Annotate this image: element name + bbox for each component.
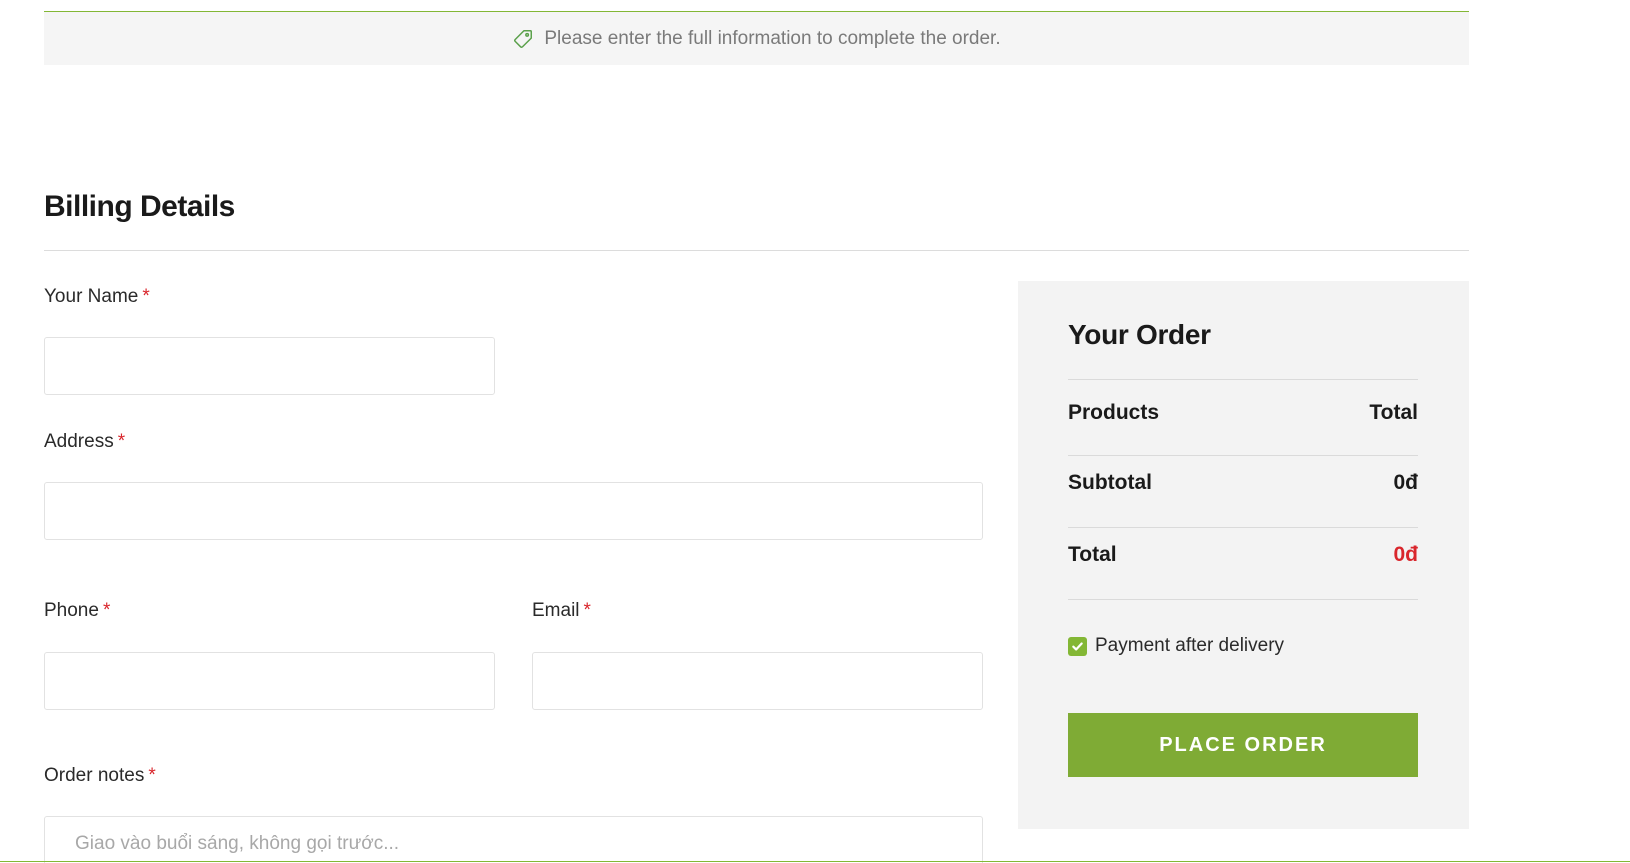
total-header: Total xyxy=(1369,401,1418,424)
name-label-text: Your Name xyxy=(44,286,139,307)
order-divider xyxy=(1068,527,1418,528)
order-title: Your Order xyxy=(1068,319,1211,350)
phone-input[interactable] xyxy=(44,652,495,710)
required-mark: * xyxy=(142,286,150,307)
notes-label-text: Order notes xyxy=(44,765,145,786)
total-value: 0đ xyxy=(1393,543,1418,566)
order-notes-textarea[interactable] xyxy=(44,816,983,863)
checkout-page: Please enter the full information to com… xyxy=(0,0,1630,863)
checkbox-checked-icon[interactable] xyxy=(1068,636,1087,656)
subtotal-value: 0đ xyxy=(1393,471,1418,494)
name-label: Your Name * xyxy=(44,286,150,308)
phone-label-text: Phone xyxy=(44,600,99,621)
required-mark: * xyxy=(148,765,156,786)
total-row: Total 0đ xyxy=(1068,543,1418,567)
notes-label: Order notes * xyxy=(44,765,156,787)
order-header-row: Products Total xyxy=(1068,401,1418,425)
bottom-border xyxy=(0,861,1630,862)
payment-after-delivery-option[interactable]: Payment after delivery xyxy=(1068,635,1284,657)
email-input[interactable] xyxy=(532,652,983,710)
name-input[interactable] xyxy=(44,337,495,395)
billing-title: Billing Details xyxy=(44,190,235,223)
billing-divider xyxy=(44,250,1469,251)
order-divider xyxy=(1068,379,1418,380)
email-label: Email * xyxy=(532,600,591,622)
address-label-text: Address xyxy=(44,431,114,452)
order-divider xyxy=(1068,455,1418,456)
required-mark: * xyxy=(117,431,126,452)
required-mark: * xyxy=(102,600,111,621)
order-divider xyxy=(1068,599,1418,600)
order-summary-panel: Your Order Products Total Subtotal 0đ To… xyxy=(1018,281,1469,829)
subtotal-row: Subtotal 0đ xyxy=(1068,471,1418,495)
notice-text: Please enter the full information to com… xyxy=(544,27,1001,49)
address-input[interactable] xyxy=(44,482,983,540)
products-header: Products xyxy=(1068,401,1160,424)
subtotal-label: Subtotal xyxy=(1068,471,1152,494)
payment-label: Payment after delivery xyxy=(1095,635,1285,656)
phone-label: Phone * xyxy=(44,600,110,622)
total-label: Total xyxy=(1068,543,1117,566)
info-notice: Please enter the full information to com… xyxy=(44,11,1469,65)
address-label: Address * xyxy=(44,431,125,453)
place-order-button[interactable]: PLACE ORDER xyxy=(1068,713,1418,777)
required-mark: * xyxy=(583,600,591,621)
tag-icon xyxy=(512,28,534,50)
email-label-text: Email xyxy=(532,600,580,621)
